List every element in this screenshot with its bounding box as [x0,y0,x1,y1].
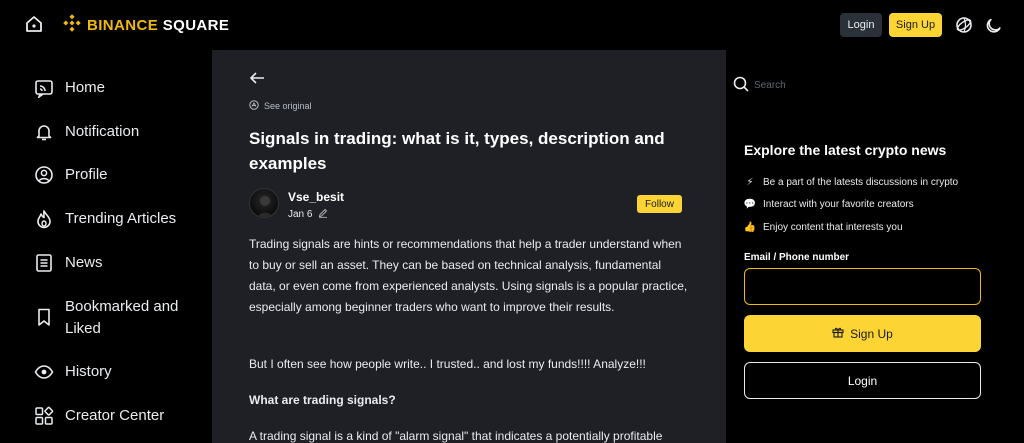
sidebar-item-label: Profile [65,166,108,183]
search-icon[interactable] [733,76,749,92]
explore-bullet: 👍 Enjoy content that interests you [744,221,903,233]
follow-button[interactable]: Follow [637,195,682,213]
article-paragraph: Trading signals are hints or recommendat… [249,237,688,314]
sidebar-item-notification[interactable]: Notification [25,121,212,145]
sidebar-item-label: Trending Articles [65,210,177,227]
binance-logo-icon [63,13,81,37]
search-input[interactable] [754,76,954,94]
lightning-icon: ⚡ [746,176,754,188]
explore-title: Explore the latest crypto news [744,142,947,158]
article-subheading: What are trading signals? [249,393,396,407]
speech-bubble-icon: 💬 [743,198,757,210]
header-login-button[interactable]: Login [840,13,882,37]
sidebar-item-creator-center[interactable]: Creator Center [25,405,212,429]
article-paragraph: A trading signal is a kind of "alarm sig… [249,429,663,443]
sidebar-item-label: News [65,254,103,271]
right-panel: Explore the latest crypto news ⚡ Be a pa… [726,50,999,443]
gift-icon [832,326,844,341]
explore-bullet: 💬 Interact with your favorite creators [744,198,914,210]
signup-button-label: Sign Up [850,326,893,341]
grid-icon [34,406,54,426]
article-title: Signals in trading: what is it, types, d… [249,129,665,173]
header-signup-button[interactable]: Sign Up [889,13,942,37]
thumbs-up-icon: 👍 [743,221,757,233]
sidebar-item-label: Notification [65,123,140,140]
sidebar-item-label: Home [65,79,106,96]
bullet-text: Interact with your favorite creators [763,198,914,210]
bookmark-icon [34,307,54,327]
sidebar-item-profile[interactable]: Profile [25,164,212,188]
sidebar-item-label: Bookmarked and Liked [65,298,179,337]
translate-icon [249,100,259,112]
bullet-text: Enjoy content that interests you [763,221,903,233]
user-icon [34,165,54,185]
logo-brand: BINANCE [87,16,159,34]
binance-square-logo[interactable]: BINANCE SQUARE [63,13,229,37]
email-field-label: Email / Phone number [744,252,850,263]
sidebar-item-news[interactable]: News [25,252,212,276]
avatar[interactable] [249,188,279,218]
bullet-text: Be a part of the latests discussions in … [763,176,959,188]
moon-icon[interactable] [986,16,1004,34]
see-original-label: See original [264,101,312,111]
sidebar-item-label: History [65,363,112,380]
post-date: Jan 6 [288,208,328,221]
sidebar-item-trending-articles[interactable]: Trending Articles [25,208,212,232]
signup-button[interactable]: Sign Up [744,315,981,352]
edited-pencil-icon [318,208,328,221]
logo-product: SQUARE [162,16,230,34]
see-original-link[interactable]: See original [249,100,312,112]
article-paragraph: But I often see how people write.. I tru… [249,357,646,371]
explore-bullet: ⚡ Be a part of the latests discussions i… [744,176,958,188]
logo-text: BINANCE SQUARE [87,17,229,34]
sidebar-item-label: Creator Center [65,407,165,424]
author-name[interactable]: Vse_besit [288,190,344,204]
article-panel: See original Signals in trading: what is… [212,50,726,443]
globe-icon[interactable] [955,16,973,34]
eye-icon [34,362,54,382]
email-field[interactable] [744,268,981,305]
date-label: Jan 6 [288,209,313,220]
left-sidebar: Home Notification Profile Trending Artic… [25,50,212,443]
flame-icon [34,209,54,229]
sidebar-item-home[interactable]: Home [25,77,212,101]
login-button[interactable]: Login [744,362,981,399]
news-icon [34,253,54,273]
sidebar-item-history[interactable]: History [25,361,212,385]
top-header: BINANCE SQUARE Login Sign Up [0,0,1024,50]
home-icon[interactable] [25,15,43,33]
home-feed-icon [34,78,54,100]
sidebar-item-bookmarked-and-liked[interactable]: Bookmarked and Liked [25,296,212,342]
bell-icon [34,122,54,142]
back-arrow-icon[interactable] [249,70,265,86]
